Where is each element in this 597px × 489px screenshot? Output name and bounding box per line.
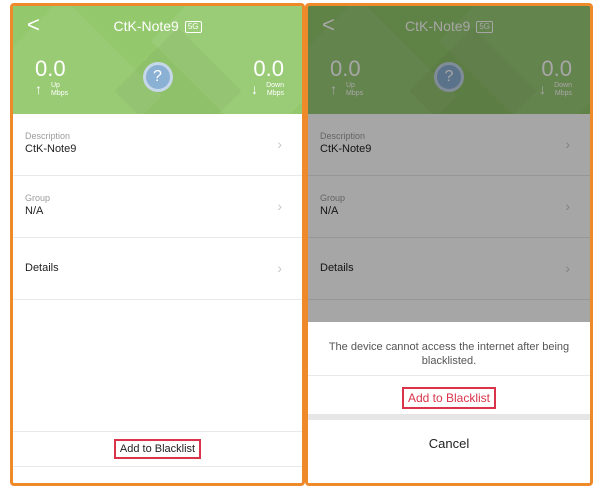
sheet-action-row: Add to Blacklist xyxy=(308,376,590,420)
upload-value: 0.0 xyxy=(35,56,66,81)
chevron-right-icon: › xyxy=(277,198,282,214)
item-value: Details xyxy=(25,262,59,274)
screen-blacklist-confirm: < CtK-Note9 5G 0.0 ↑ Up Mbps ? 0.0 ↓ Down… xyxy=(305,3,593,486)
item-value: CtK-Note9 xyxy=(25,143,77,155)
bottom-action-bar: Add to Blacklist xyxy=(13,431,302,467)
page-title: CtK-Note9 5G xyxy=(13,18,302,34)
cancel-button[interactable]: Cancel xyxy=(308,420,590,451)
question-icon[interactable]: ? xyxy=(142,62,173,92)
list-item-description[interactable]: Description CtK-Note9 › xyxy=(13,114,302,176)
arrow-down-icon: ↓ xyxy=(251,81,258,97)
chevron-right-icon: › xyxy=(277,136,282,152)
band-badge: 5G xyxy=(184,21,202,33)
item-label: Group xyxy=(25,193,51,203)
confirm-blacklist-button[interactable]: Add to Blacklist xyxy=(401,387,497,409)
screen-device-details: < CtK-Note9 5G 0.0 ↑ Up Mbps ? 0.0 ↓ Down… xyxy=(10,3,305,486)
item-label: Description xyxy=(25,131,71,141)
download-speed: 0.0 ↓ Down Mbps xyxy=(251,56,284,98)
sheet-message: The device cannot access the internet af… xyxy=(308,322,590,376)
device-header: < CtK-Note9 5G 0.0 ↑ Up Mbps ? 0.0 ↓ Down… xyxy=(13,6,302,114)
item-value: N/A xyxy=(25,205,44,217)
chevron-right-icon: › xyxy=(277,260,282,276)
list-item-group[interactable]: Group N/A › xyxy=(13,176,302,238)
add-to-blacklist-button[interactable]: Add to Blacklist xyxy=(113,439,202,459)
device-name: CtK-Note9 xyxy=(113,18,179,34)
device-info-list: Description CtK-Note9 › Group N/A › Deta… xyxy=(13,114,302,300)
upload-speed: 0.0 ↑ Up Mbps xyxy=(35,58,68,98)
download-value: 0.0 xyxy=(253,56,284,81)
action-sheet: The device cannot access the internet af… xyxy=(308,322,590,483)
arrow-up-icon: ↑ xyxy=(35,81,42,97)
list-item-details[interactable]: Details › xyxy=(13,238,302,300)
